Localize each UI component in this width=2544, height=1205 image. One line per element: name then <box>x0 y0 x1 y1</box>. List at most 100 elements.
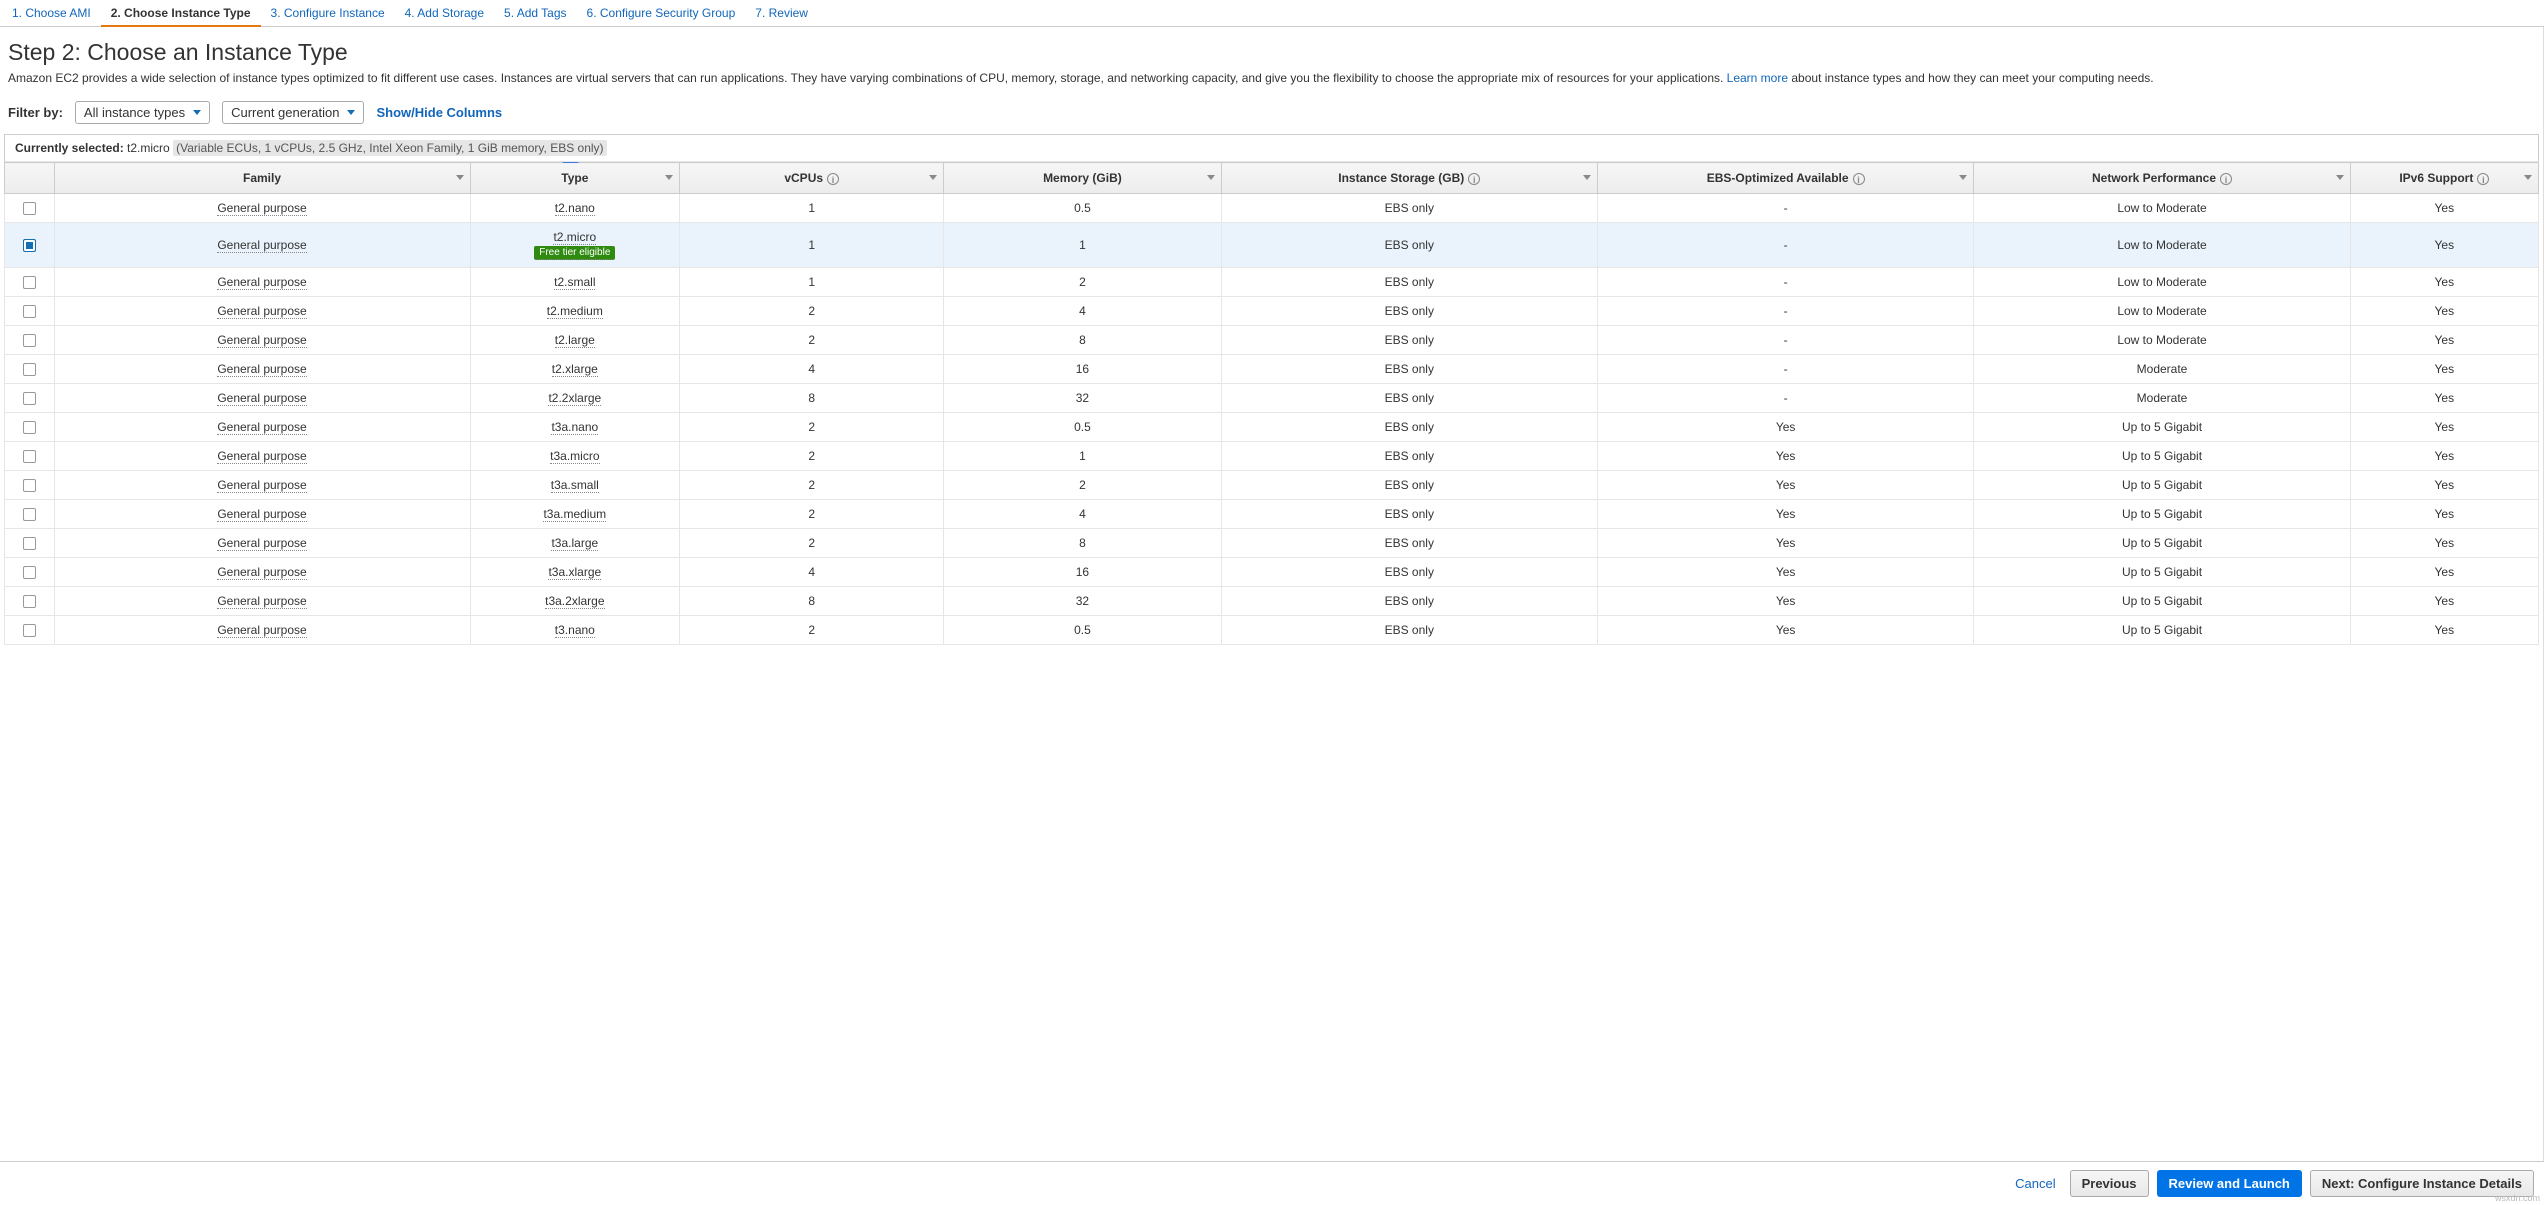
col-header-label: Network Performance <box>2092 171 2216 185</box>
mem-value: 32 <box>944 384 1221 413</box>
generation-dropdown[interactable]: Current generation <box>222 101 364 124</box>
info-icon[interactable]: i <box>827 173 839 185</box>
type-value: t2.small <box>554 275 595 290</box>
type-value: t2.xlarge <box>552 362 598 377</box>
row-checkbox[interactable] <box>23 479 36 492</box>
col-header[interactable]: Network Performance i <box>1974 163 2350 194</box>
table-row[interactable]: General purposet2.2xlarge832EBS only-Mod… <box>5 384 2539 413</box>
tab-step-4[interactable]: 4. Add Storage <box>395 0 494 27</box>
table-row[interactable]: General purposet2.nano10.5EBS only-Low t… <box>5 194 2539 223</box>
show-hide-columns-link[interactable]: Show/Hide Columns <box>376 105 502 120</box>
instance-type-dropdown-label: All instance types <box>84 105 185 120</box>
mem-value: 4 <box>944 297 1221 326</box>
col-header[interactable]: Instance Storage (GB) i <box>1221 163 1597 194</box>
chevron-down-icon <box>193 110 201 115</box>
tab-step-7[interactable]: 7. Review <box>745 0 818 27</box>
col-header-label: Type <box>561 171 588 185</box>
col-header[interactable]: Type <box>470 163 680 194</box>
ipv6-value: Yes <box>2350 558 2538 587</box>
col-header[interactable]: EBS-Optimized Availablei <box>1597 163 1973 194</box>
stor-value: EBS only <box>1221 355 1597 384</box>
row-checkbox[interactable] <box>23 537 36 550</box>
col-header-label: Instance Storage (GB) <box>1338 171 1464 185</box>
table-row[interactable]: General purposet2.microFree tier eligibl… <box>5 223 2539 268</box>
row-checkbox[interactable] <box>23 239 36 252</box>
row-checkbox[interactable] <box>23 305 36 318</box>
ebs-value: Yes <box>1597 529 1973 558</box>
tab-step-3[interactable]: 3. Configure Instance <box>261 0 395 27</box>
vcpu-value: 1 <box>680 268 944 297</box>
row-checkbox[interactable] <box>23 363 36 376</box>
ipv6-value: Yes <box>2350 194 2538 223</box>
table-row[interactable]: General purposet3a.medium24EBS onlyYesUp… <box>5 500 2539 529</box>
chevron-down-icon <box>2524 175 2532 180</box>
info-icon[interactable]: i <box>1468 173 1480 185</box>
stor-value: EBS only <box>1221 442 1597 471</box>
row-checkbox[interactable] <box>23 508 36 521</box>
type-value: t3a.small <box>551 478 599 493</box>
tab-step-5[interactable]: 5. Add Tags <box>494 0 577 27</box>
table-row[interactable]: General purposet3a.xlarge416EBS onlyYesU… <box>5 558 2539 587</box>
table-row[interactable]: General purposet2.medium24EBS only-Low t… <box>5 297 2539 326</box>
row-checkbox[interactable] <box>23 392 36 405</box>
row-checkbox[interactable] <box>23 566 36 579</box>
row-checkbox[interactable] <box>23 202 36 215</box>
family-value: General purpose <box>217 536 306 551</box>
family-value: General purpose <box>217 391 306 406</box>
table-row[interactable]: General purposet3a.large28EBS onlyYesUp … <box>5 529 2539 558</box>
stor-value: EBS only <box>1221 268 1597 297</box>
net-value: Up to 5 Gigabit <box>1974 558 2350 587</box>
table-row[interactable]: General purposet2.small12EBS only-Low to… <box>5 268 2539 297</box>
col-header[interactable]: Memory (GiB) <box>944 163 1221 194</box>
row-checkbox[interactable] <box>23 276 36 289</box>
net-value: Up to 5 Gigabit <box>1974 529 2350 558</box>
instance-type-dropdown[interactable]: All instance types <box>75 101 210 124</box>
review-and-launch-button[interactable]: Review and Launch <box>2157 1170 2302 1197</box>
ipv6-value: Yes <box>2350 355 2538 384</box>
row-checkbox[interactable] <box>23 595 36 608</box>
table-row[interactable]: General purposet2.large28EBS only-Low to… <box>5 326 2539 355</box>
cancel-link[interactable]: Cancel <box>2015 1176 2055 1191</box>
info-icon[interactable]: i <box>2477 173 2489 185</box>
generation-dropdown-label: Current generation <box>231 105 339 120</box>
ebs-value: Yes <box>1597 471 1973 500</box>
row-checkbox[interactable] <box>23 624 36 637</box>
tab-step-2[interactable]: 2. Choose Instance Type <box>101 0 261 27</box>
table-row[interactable]: General purposet3a.2xlarge832EBS onlyYes… <box>5 587 2539 616</box>
table-row[interactable]: General purposet2.xlarge416EBS only-Mode… <box>5 355 2539 384</box>
col-header[interactable]: Family <box>54 163 470 194</box>
row-checkbox[interactable] <box>23 421 36 434</box>
family-value: General purpose <box>217 594 306 609</box>
col-header-label: vCPUs <box>784 171 823 185</box>
row-checkbox[interactable] <box>23 334 36 347</box>
col-header[interactable]: IPv6 Supporti <box>2350 163 2538 194</box>
tab-step-1[interactable]: 1. Choose AMI <box>2 0 101 27</box>
col-header-label: Family <box>243 171 281 185</box>
ebs-value: - <box>1597 297 1973 326</box>
ebs-value: - <box>1597 268 1973 297</box>
family-value: General purpose <box>217 304 306 319</box>
table-row[interactable]: General purposet3a.nano20.5EBS onlyYesUp… <box>5 413 2539 442</box>
ipv6-value: Yes <box>2350 616 2538 645</box>
footer-bar: Cancel Previous Review and Launch Next: … <box>0 1161 2544 1205</box>
vcpu-value: 2 <box>680 471 944 500</box>
row-checkbox[interactable] <box>23 450 36 463</box>
learn-more-link[interactable]: Learn more <box>1727 71 1788 85</box>
previous-button[interactable]: Previous <box>2070 1170 2149 1197</box>
info-icon[interactable]: i <box>1853 173 1865 185</box>
type-value: t3a.2xlarge <box>545 594 604 609</box>
table-header-row: FamilyTypevCPUsiMemory (GiB)Instance Sto… <box>5 163 2539 194</box>
family-value: General purpose <box>217 333 306 348</box>
wizard-tabs: 1. Choose AMI2. Choose Instance Type3. C… <box>0 0 2544 27</box>
table-row[interactable]: General purposet3a.small22EBS onlyYesUp … <box>5 471 2539 500</box>
table-row[interactable]: General purposet3.nano20.5EBS onlyYesUp … <box>5 616 2539 645</box>
col-header[interactable]: vCPUsi <box>680 163 944 194</box>
type-value: t2.medium <box>547 304 603 319</box>
vcpu-value: 2 <box>680 500 944 529</box>
tab-step-6[interactable]: 6. Configure Security Group <box>577 0 746 27</box>
family-value: General purpose <box>217 449 306 464</box>
family-value: General purpose <box>217 362 306 377</box>
mem-value: 8 <box>944 326 1221 355</box>
table-row[interactable]: General purposet3a.micro21EBS onlyYesUp … <box>5 442 2539 471</box>
info-icon[interactable]: i <box>2220 173 2232 185</box>
